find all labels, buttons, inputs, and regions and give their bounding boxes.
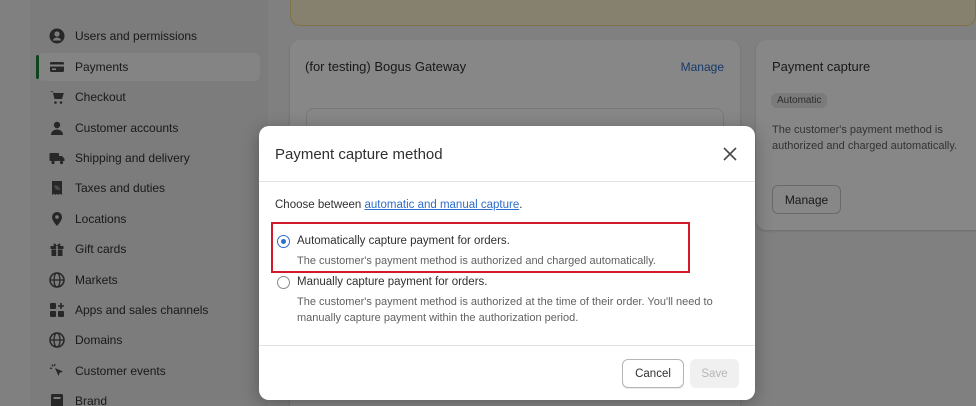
modal-footer-divider <box>259 345 755 346</box>
choose-suffix: . <box>519 199 523 211</box>
close-icon <box>723 147 737 161</box>
manual-capture-radio[interactable] <box>277 276 290 289</box>
payment-capture-modal: Payment capture method Choose between au… <box>259 126 755 400</box>
close-button[interactable] <box>721 145 739 163</box>
modal-title: Payment capture method <box>275 146 443 163</box>
manual-capture-help: The customer's payment method is authori… <box>297 296 713 324</box>
capture-help-link[interactable]: automatic and manual capture <box>365 199 520 211</box>
selection-highlight <box>271 222 690 273</box>
modal-header-divider <box>259 181 755 182</box>
save-button[interactable]: Save <box>690 359 739 388</box>
cancel-button[interactable]: Cancel <box>622 359 684 388</box>
choose-prefix: Choose between <box>275 199 365 211</box>
manual-capture-label[interactable]: Manually capture payment for orders. <box>297 276 487 288</box>
choose-text: Choose between automatic and manual capt… <box>275 199 522 211</box>
